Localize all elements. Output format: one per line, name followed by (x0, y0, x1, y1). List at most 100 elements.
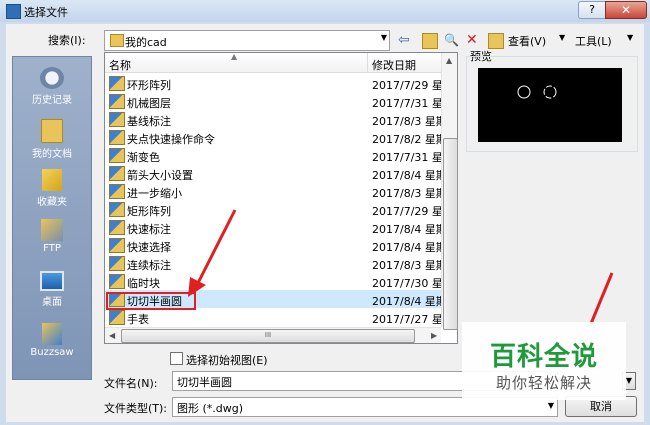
history-icon (40, 67, 64, 89)
place-ftp[interactable]: FTP (13, 219, 91, 254)
file-date: 2017/7/31 星期 (372, 151, 441, 164)
place-label: 历史记录 (32, 95, 72, 106)
file-date: 2017/7/31 星期 (372, 97, 441, 110)
ftp-icon (41, 219, 63, 241)
column-header-date-label: 修改日期 (372, 59, 416, 72)
file-date: 2017/8/4 星期五 (372, 295, 441, 308)
dwg-file-icon (109, 148, 125, 163)
annotation-arrow-right (588, 272, 614, 327)
tools-chevron-icon[interactable]: ▼ (627, 33, 633, 42)
watermark-title: 百科全说 (489, 342, 598, 372)
close-button[interactable]: ✕ (605, 1, 647, 19)
dwg-file-icon (109, 94, 125, 109)
lookin-dropdown[interactable]: 我的cad ▼ (104, 30, 390, 51)
dwg-file-icon (109, 184, 125, 199)
file-row[interactable]: 渐变色 2017/7/31 星期 (105, 146, 441, 164)
file-date: 2017/7/30 星期 (372, 277, 441, 290)
file-name: 连续标注 (127, 259, 171, 272)
place-label: 我的文档 (32, 149, 72, 160)
annotation-arrow (188, 209, 237, 297)
watermark-subtitle: 助你轻松解决 (495, 374, 592, 392)
search-web-icon[interactable]: 🔍 (444, 32, 459, 48)
file-date: 2017/7/27 星期 (372, 313, 441, 326)
dwg-file-icon (109, 274, 125, 289)
new-folder-icon[interactable] (488, 33, 504, 49)
file-row[interactable]: 基线标注 2017/8/3 星期四 (105, 110, 441, 128)
dwg-file-icon (109, 166, 125, 181)
file-date: 2017/8/4 星期五 (372, 241, 441, 254)
file-row[interactable]: 箭头大小设置 2017/8/4 星期五 (105, 164, 441, 182)
file-row[interactable]: 连续标注 2017/8/3 星期四 (105, 254, 441, 272)
dwg-file-icon (109, 220, 125, 235)
file-row[interactable]: 快速标注 2017/8/4 星期五 (105, 218, 441, 236)
place-label: 收藏夹 (37, 197, 67, 208)
file-row[interactable]: 夹点快速操作命令 2017/8/2 星期三 (105, 128, 441, 146)
favorites-icon (42, 169, 62, 191)
initial-view-checkbox[interactable] (170, 352, 183, 365)
initial-view-label: 选择初始视图(E) (186, 354, 268, 367)
lookin-label: 搜索(I): (48, 34, 86, 47)
dwg-file-icon (109, 202, 125, 217)
place-buzzsaw[interactable]: Buzzsaw (13, 323, 91, 358)
chevron-down-icon[interactable]: ▼ (548, 401, 554, 410)
watermark: 百科全说 助你轻松解决 (462, 322, 626, 400)
views-chevron-icon[interactable]: ▼ (559, 33, 565, 42)
file-row[interactable]: 环形阵列 2017/7/29 星期 (105, 74, 441, 92)
vertical-scroll-thumb[interactable] (443, 138, 458, 330)
back-icon[interactable]: ⇦ (398, 32, 410, 48)
place-desktop[interactable]: 桌面 (13, 271, 91, 308)
file-row[interactable]: 手表 2017/7/27 星期 (105, 308, 441, 326)
filetype-value: 图形 (*.dwg) (177, 402, 244, 415)
app-icon (6, 4, 21, 19)
filetype-dropdown[interactable]: 图形 (*.dwg) ▼ (172, 397, 558, 417)
vertical-scrollbar[interactable]: ▲ (441, 53, 458, 330)
dwg-file-icon (109, 238, 125, 253)
place-label: FTP (43, 243, 61, 254)
window-title: 选择文件 (24, 6, 68, 19)
file-row[interactable]: 进一步缩小 2017/8/3 星期四 (105, 182, 441, 200)
file-name: 环形阵列 (127, 79, 171, 92)
place-favorites[interactable]: 收藏夹 (13, 169, 91, 208)
scroll-right-icon[interactable]: ▶ (431, 331, 437, 340)
preview-image (478, 68, 622, 142)
horizontal-scroll-thumb[interactable]: III (121, 329, 415, 343)
place-documents[interactable]: 我的文档 (13, 119, 91, 160)
views-menu[interactable]: 查看(V) (508, 33, 546, 49)
tools-menu[interactable]: 工具(L) (575, 33, 612, 49)
dwg-file-icon (109, 130, 125, 145)
place-label: Buzzsaw (30, 347, 74, 358)
file-name: 手表 (127, 313, 149, 326)
folder-icon (110, 34, 124, 47)
dwg-file-icon (109, 256, 125, 271)
file-name: 快速选择 (127, 241, 171, 254)
delete-icon[interactable]: ✕ (466, 32, 478, 48)
scroll-left-icon[interactable]: ◀ (109, 331, 115, 340)
file-name: 临时块 (127, 277, 160, 290)
filename-label: 文件名(N): (104, 377, 158, 390)
chevron-down-icon[interactable]: ▼ (381, 33, 387, 42)
file-name: 进一步缩小 (127, 187, 182, 200)
column-header-date[interactable]: 修改日期 (368, 53, 441, 73)
desktop-icon (40, 271, 64, 291)
column-header-name[interactable]: 名称 ▲ (105, 52, 368, 73)
file-name: 夹点快速操作命令 (127, 133, 215, 146)
file-row[interactable]: 快速选择 2017/8/4 星期五 (105, 236, 441, 254)
file-row[interactable]: 临时块 2017/7/30 星期 (105, 272, 441, 290)
file-row[interactable]: 矩形阵列 2017/7/29 星期 (105, 200, 441, 218)
title-bar[interactable]: 选择文件 ? ✕ (0, 0, 650, 22)
filetype-label: 文件类型(T): (104, 402, 168, 415)
file-date: 2017/8/3 星期四 (372, 259, 441, 272)
up-folder-icon[interactable] (422, 33, 438, 49)
scroll-up-icon[interactable]: ▲ (446, 56, 452, 65)
help-button[interactable]: ? (578, 1, 606, 19)
file-name: 基线标注 (127, 115, 171, 128)
file-date: 2017/7/29 星期 (372, 205, 441, 218)
place-history[interactable]: 历史记录 (13, 67, 91, 106)
dwg-file-icon (109, 310, 125, 325)
place-label: 桌面 (42, 297, 62, 308)
file-row[interactable]: 机械图层 2017/7/31 星期 (105, 92, 441, 110)
horizontal-scrollbar[interactable]: ◀ III ▶ (105, 327, 441, 343)
file-name: 箭头大小设置 (127, 169, 193, 182)
file-date: 2017/8/3 星期四 (372, 115, 441, 128)
filename-value: 切切半画圆 (177, 376, 232, 389)
